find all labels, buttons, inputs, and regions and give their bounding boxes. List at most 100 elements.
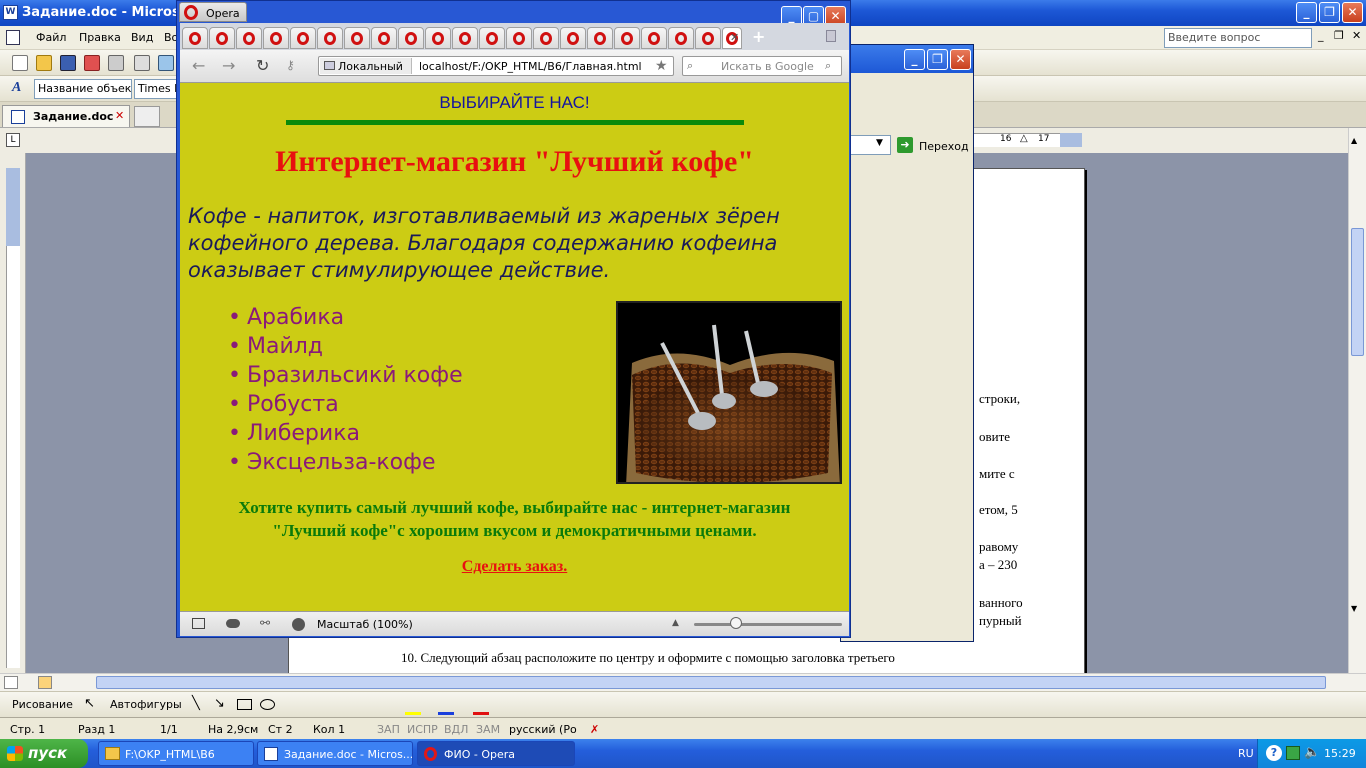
layout-view-button[interactable] xyxy=(38,676,52,689)
url-field[interactable]: Локальный localhost/F:/OKP_HTML/B6/Главн… xyxy=(318,56,674,76)
help-search-input[interactable]: Введите вопрос xyxy=(1164,28,1312,48)
go-button[interactable]: Переход xyxy=(919,140,969,153)
share-icon[interactable]: ⚯ xyxy=(260,616,270,630)
panel-toggle-icon[interactable] xyxy=(192,618,205,629)
status-language[interactable]: русский (Ро xyxy=(509,723,577,736)
font-color-icon[interactable] xyxy=(473,712,489,715)
go-arrow-icon[interactable]: ➜ xyxy=(897,137,913,153)
browser-tab[interactable] xyxy=(371,27,397,49)
browser-tab[interactable] xyxy=(209,27,235,49)
browser-tab[interactable] xyxy=(344,27,370,49)
scroll-thumb[interactable] xyxy=(1351,228,1364,356)
browser-tab[interactable] xyxy=(236,27,262,49)
style-combo[interactable]: Название объек xyxy=(34,79,132,99)
speed-icon[interactable] xyxy=(292,618,305,631)
browser-tab[interactable] xyxy=(263,27,289,49)
line-color-icon[interactable] xyxy=(438,712,454,715)
new-document-icon[interactable] xyxy=(12,55,28,71)
order-link[interactable]: Сделать заказ. xyxy=(180,558,849,576)
open-folder-icon[interactable] xyxy=(36,55,52,71)
language-indicator[interactable]: RU xyxy=(1238,747,1254,760)
vertical-scrollbar[interactable]: ▲ ▼ xyxy=(1348,128,1366,673)
back-minimize-button[interactable]: _ xyxy=(904,49,925,70)
doc-tab-active[interactable]: Задание.doc ✕ xyxy=(2,105,130,127)
opera-window[interactable]: Opera _ ▢ ✕ ✕ + ← → ↻ ⚷ Локальный localh… xyxy=(176,0,851,638)
task-word[interactable]: Задание.doc - Micros... xyxy=(257,741,413,766)
browser-tab[interactable] xyxy=(641,27,667,49)
indent-marker[interactable]: △ xyxy=(1020,133,1028,144)
network-icon[interactable] xyxy=(1286,746,1300,760)
print-icon[interactable] xyxy=(108,55,124,71)
browser-tab[interactable] xyxy=(533,27,559,49)
browser-tab[interactable] xyxy=(290,27,316,49)
opera-menu-button[interactable]: Opera xyxy=(179,2,247,22)
background-window[interactable]: _ ❐ ✕ ▼ ➜ Переход xyxy=(840,44,974,642)
hscroll-thumb[interactable] xyxy=(96,676,1326,689)
font-combo[interactable]: Times Ne xyxy=(134,79,180,99)
zoom-slider-track[interactable] xyxy=(694,623,842,626)
volume-icon[interactable]: 🔈 xyxy=(1304,745,1320,760)
tab-selector[interactable]: L xyxy=(6,133,20,147)
start-button[interactable]: пуск xyxy=(0,739,88,768)
tab-close-icon[interactable]: ✕ xyxy=(730,31,739,44)
save-icon[interactable] xyxy=(60,55,76,71)
forward-arrow-icon[interactable]: → xyxy=(222,56,235,75)
styles-icon[interactable]: A xyxy=(12,80,21,96)
status-record[interactable]: ЗАП xyxy=(377,723,400,736)
browser-tab[interactable] xyxy=(614,27,640,49)
autoshapes-button[interactable]: Автофигуры xyxy=(110,698,182,711)
browser-tab[interactable] xyxy=(560,27,586,49)
zoom-slider-thumb[interactable] xyxy=(730,617,742,629)
browser-tab[interactable] xyxy=(425,27,451,49)
scroll-down-icon[interactable]: ▼ xyxy=(1351,604,1357,613)
help-icon[interactable]: ? xyxy=(1266,745,1282,761)
search-go-icon[interactable]: ⌕ xyxy=(825,59,831,73)
close-button[interactable]: ✕ xyxy=(1342,2,1363,23)
draw-menu-button[interactable]: Рисование xyxy=(12,698,73,711)
line-icon[interactable]: ╲ xyxy=(192,696,200,711)
rectangle-icon[interactable] xyxy=(237,699,252,710)
doc-tab-blank[interactable] xyxy=(134,106,160,127)
bookmark-star-icon[interactable]: ★ xyxy=(655,58,668,74)
zoom-out-icon[interactable]: ▲ xyxy=(672,618,679,628)
normal-view-button[interactable] xyxy=(4,676,18,689)
key-icon[interactable]: ⚷ xyxy=(286,58,295,72)
status-overtype[interactable]: ЗАМ xyxy=(476,723,500,736)
arrow-icon[interactable]: ↘ xyxy=(214,696,225,711)
search-field[interactable]: ⌕ Искать в Google ⌕ xyxy=(682,56,842,76)
doc-minimize-button[interactable]: _ xyxy=(1318,29,1324,42)
horizontal-scrollbar[interactable] xyxy=(0,673,1366,691)
browser-tab[interactable] xyxy=(668,27,694,49)
close-icon[interactable]: ✕ xyxy=(115,109,124,122)
oval-icon[interactable] xyxy=(260,699,275,710)
back-arrow-icon[interactable]: ← xyxy=(192,56,205,75)
browser-tab[interactable] xyxy=(182,27,208,49)
browser-tab[interactable] xyxy=(506,27,532,49)
back-window-titlebar[interactable]: _ ❐ ✕ xyxy=(841,45,973,73)
vertical-ruler[interactable] xyxy=(0,153,26,673)
menu-file[interactable]: Файл xyxy=(36,31,66,44)
browser-tab[interactable] xyxy=(479,27,505,49)
restore-button[interactable]: ❐ xyxy=(1319,2,1340,23)
select-objects-icon[interactable]: ↖ xyxy=(84,696,95,711)
back-close-button[interactable]: ✕ xyxy=(950,49,971,70)
doc-close-button[interactable]: ✕ xyxy=(1352,29,1361,42)
browser-tab[interactable] xyxy=(317,27,343,49)
spelling-icon[interactable] xyxy=(158,55,174,71)
doc-restore-button[interactable]: ❐ xyxy=(1334,29,1344,42)
task-opera[interactable]: ФИО - Opera xyxy=(417,741,575,766)
print-preview-icon[interactable] xyxy=(134,55,150,71)
task-explorer[interactable]: F:\OKP_HTML\B6 xyxy=(98,741,254,766)
minimize-button[interactable]: _ xyxy=(1296,2,1317,23)
chevron-down-icon[interactable]: ▼ xyxy=(876,138,883,148)
menu-edit[interactable]: Правка xyxy=(79,31,121,44)
browser-tab[interactable] xyxy=(695,27,721,49)
browser-tab[interactable] xyxy=(452,27,478,49)
zone-badge[interactable]: Локальный xyxy=(320,58,412,74)
spelling-status-icon[interactable]: ✗ xyxy=(590,723,599,736)
browser-tab[interactable] xyxy=(398,27,424,49)
back-restore-button[interactable]: ❐ xyxy=(927,49,948,70)
status-extend[interactable]: ВДЛ xyxy=(444,723,468,736)
menu-view[interactable]: Вид xyxy=(131,31,153,44)
clock[interactable]: 15:29 xyxy=(1324,747,1356,760)
